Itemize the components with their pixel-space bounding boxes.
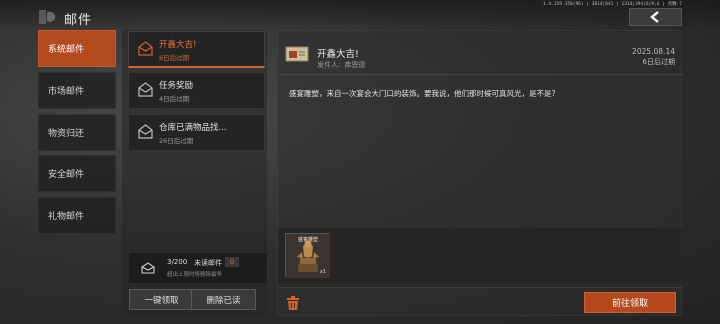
mail-sender: 发件人: 弗恩德: [317, 60, 369, 70]
go-claim-button[interactable]: 前往领取: [584, 292, 676, 313]
mail-count: 3/200: [167, 258, 188, 266]
unread-label: 未读邮件: [194, 259, 222, 267]
category-label: 系统邮件: [48, 45, 85, 55]
sender-name: 弗恩德: [344, 61, 366, 69]
attachment-item[interactable]: 盛宴雕塑 x1: [285, 233, 330, 278]
attachment-count: x1: [319, 269, 326, 275]
page-title: 邮件: [64, 13, 93, 28]
mail-detail-header: 开鑫大吉! 发件人: 弗恩德 2025.08.14 6日后过期: [278, 31, 683, 75]
mail-title: 任务奖励: [159, 81, 194, 91]
trash-icon[interactable]: [285, 295, 301, 311]
mail-item[interactable]: 仓库已满物品找... 26日后过期: [128, 114, 265, 151]
category-system-mail[interactable]: 系统邮件: [38, 30, 116, 67]
mail-logo-icon: [39, 10, 56, 24]
chevron-left-icon: [649, 11, 659, 23]
mail-expiry: 26日后过期: [159, 137, 194, 145]
mail-title: 开鑫大吉!: [159, 40, 197, 50]
sender-label: 发件人:: [317, 61, 341, 69]
mail-item[interactable]: 开鑫大吉! 6日后过期: [128, 31, 265, 68]
mail-detail-expiry: 6日后过期: [642, 58, 675, 66]
attachment-name: 盛宴雕塑: [297, 237, 318, 243]
mail-item[interactable]: 任务奖励 4日后过期: [128, 72, 265, 109]
category-gift-mail[interactable]: 礼物邮件: [38, 197, 116, 234]
mail-counter: 3/200 未读邮件 0 超出上限时将删除最早: [129, 253, 267, 283]
envelope-icon: [138, 124, 153, 139]
mail-title: 仓库已满物品找...: [159, 123, 227, 133]
category-label: 物资归还: [48, 129, 85, 139]
mail-date: 2025.08.14: [632, 47, 675, 56]
letter-icon: [285, 46, 309, 62]
mail-body: 盛宴雕塑，来自一次宴会大门口的装饰。要我说，他们那时候可真风光，是不是?: [289, 89, 556, 98]
mail-stack-icon: [141, 262, 155, 274]
delete-read-button[interactable]: 删除已读: [191, 289, 256, 310]
category-label: 礼物邮件: [48, 212, 85, 222]
mail-detail-panel: 开鑫大吉! 发件人: 弗恩德 2025.08.14 6日后过期 盛宴雕塑，来自一次…: [277, 30, 683, 317]
category-market-mail[interactable]: 市场邮件: [38, 72, 116, 109]
category-label: 市场邮件: [48, 87, 85, 97]
claim-all-button[interactable]: 一键领取: [129, 289, 194, 310]
category-label: 安全邮件: [48, 170, 85, 180]
category-security-mail[interactable]: 安全邮件: [38, 155, 116, 192]
mail-detail-footer: 前往领取: [278, 287, 683, 317]
limit-hint: 超出上限时将删除最早: [167, 272, 223, 278]
back-button[interactable]: [629, 8, 682, 26]
category-supply-return[interactable]: 物资归还: [38, 114, 116, 151]
mail-expiry: 6日后过期: [159, 54, 190, 62]
unread-badge: 0: [225, 257, 239, 267]
attachment-strip: 盛宴雕塑 x1: [278, 228, 683, 284]
mail-detail-title: 开鑫大吉!: [317, 49, 359, 60]
mail-expiry: 4日后过期: [159, 95, 190, 103]
envelope-icon: [138, 41, 153, 56]
envelope-icon: [138, 82, 153, 97]
version-text: 1.4.159.158(96) | 3814|641 | 1314|394|6|…: [542, 2, 682, 7]
